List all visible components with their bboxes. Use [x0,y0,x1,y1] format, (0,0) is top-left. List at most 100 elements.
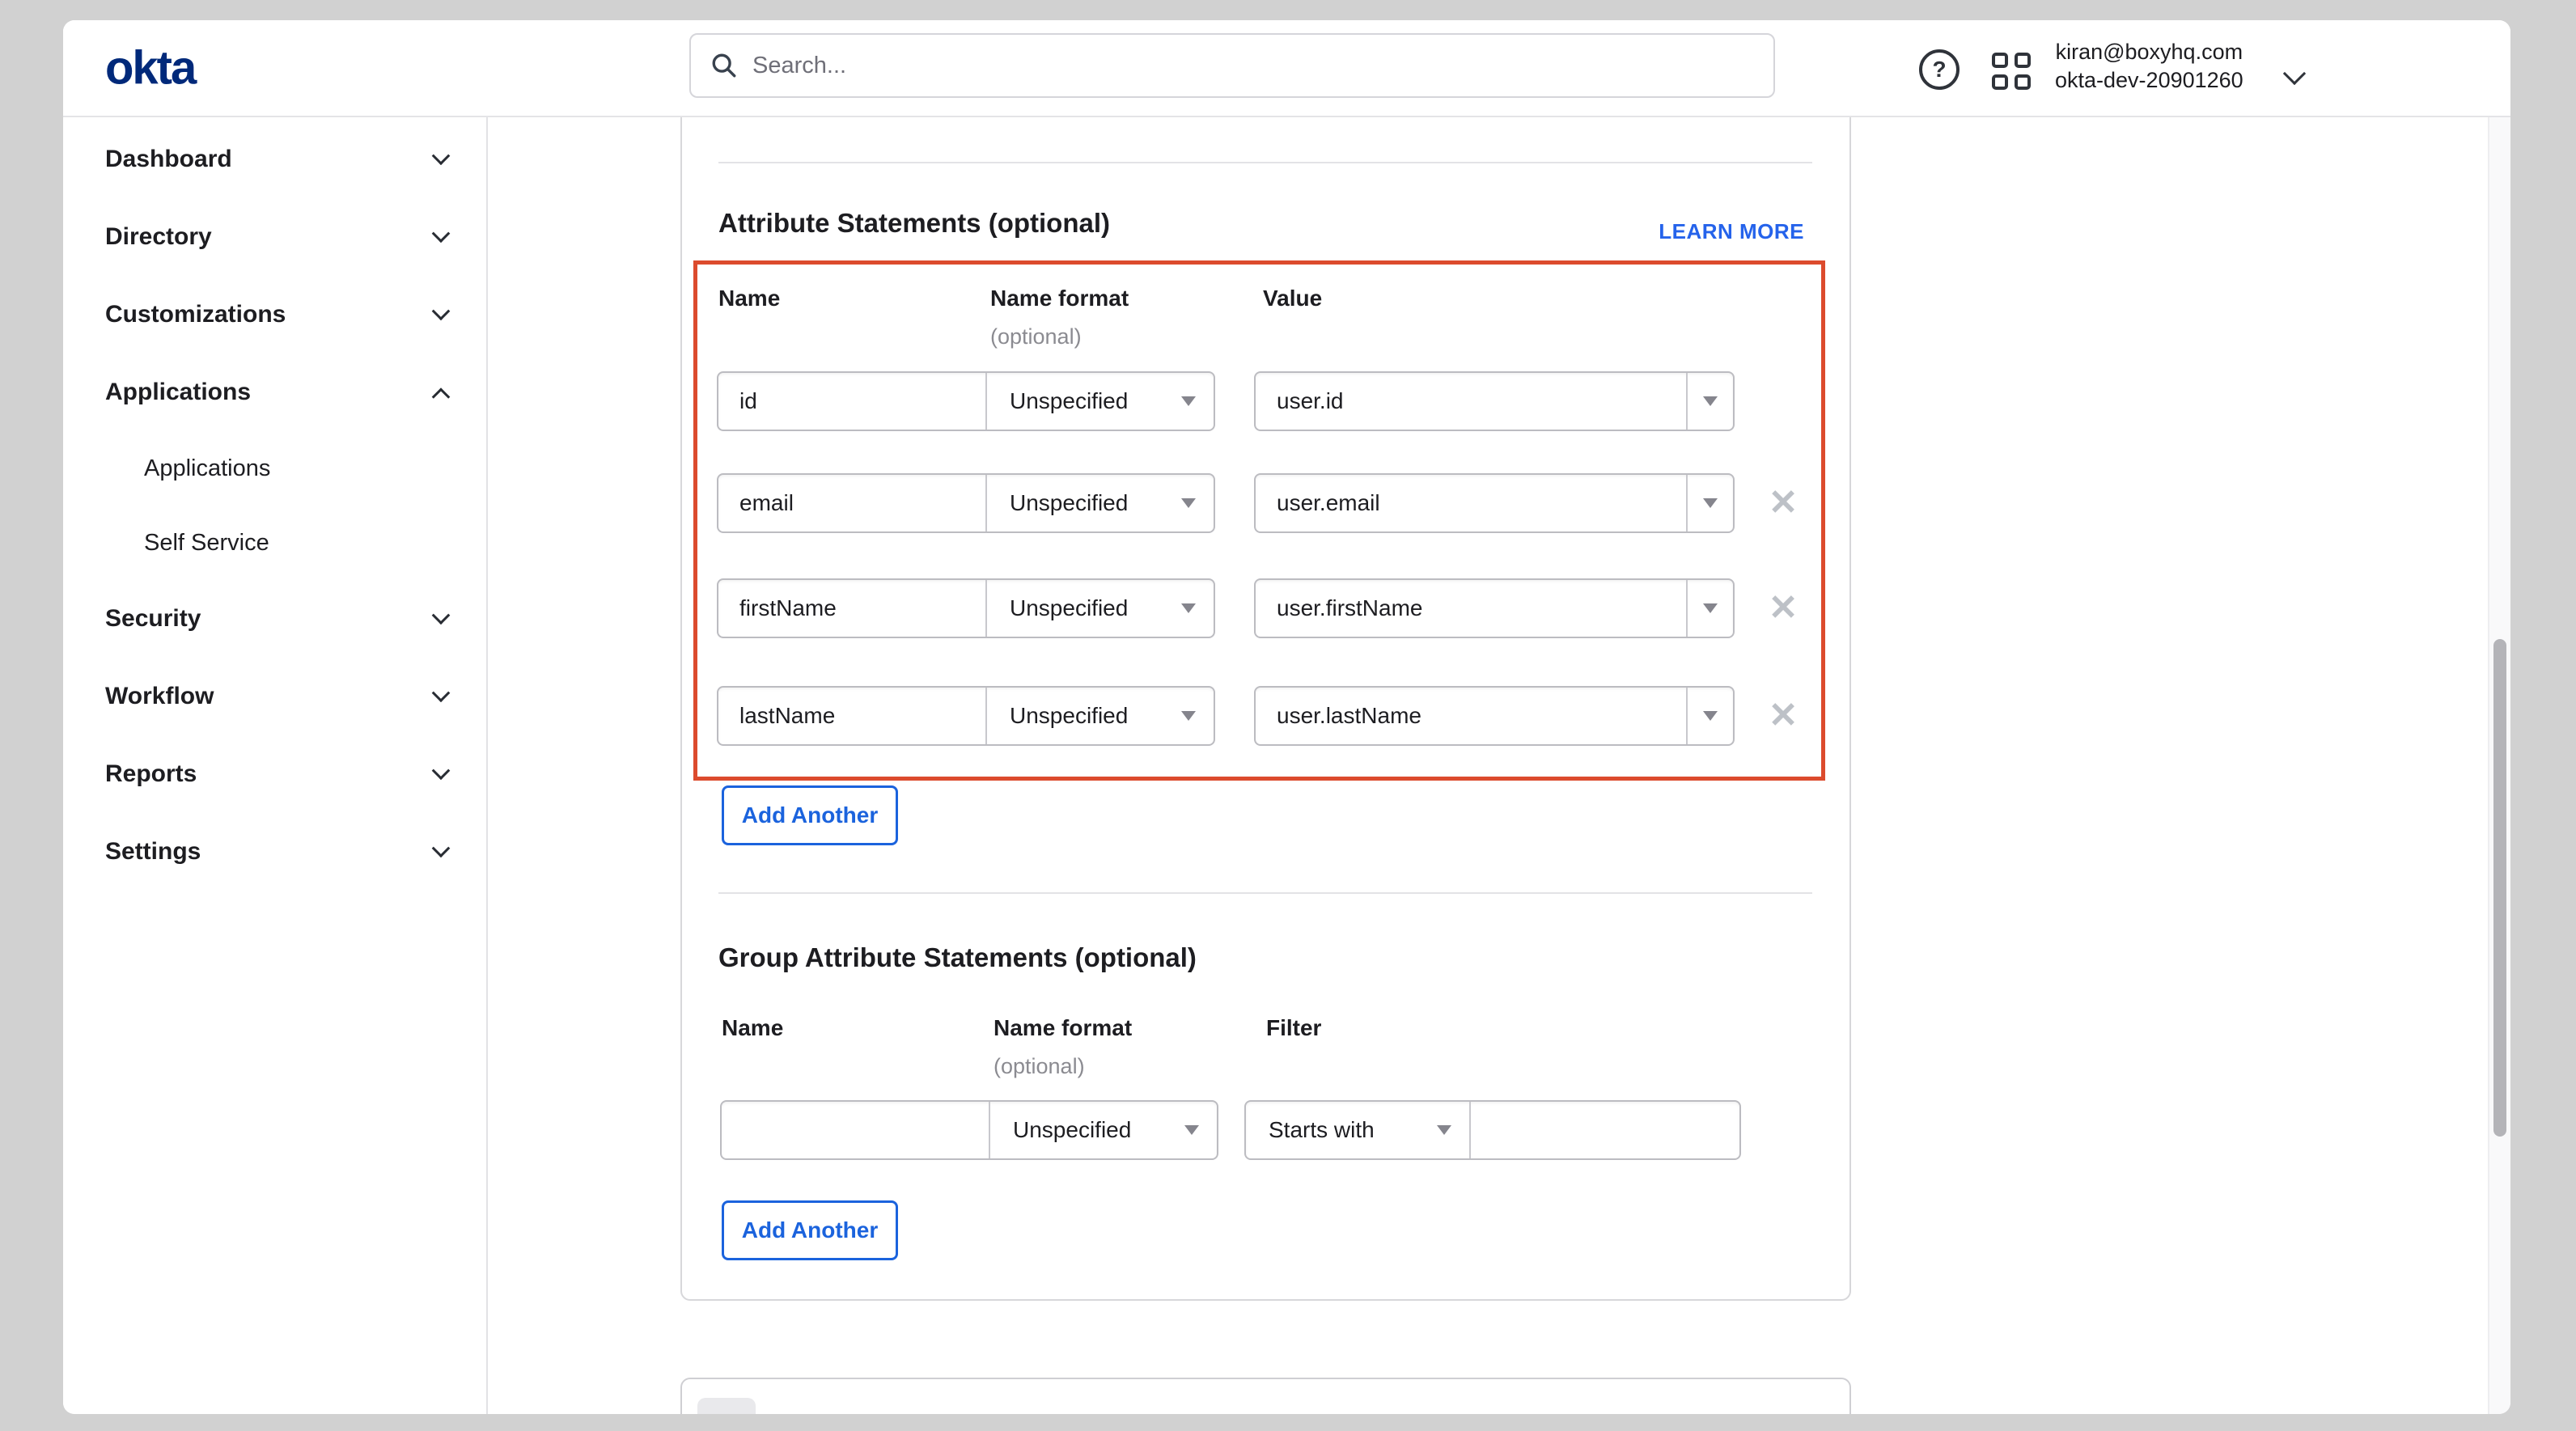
dropdown-value: Unspecified [1010,703,1128,729]
group-name-input[interactable] [722,1102,989,1158]
chevron-down-icon [432,606,451,624]
filter-value-input[interactable] [1471,1102,1739,1158]
attr-name-input[interactable] [718,580,985,637]
remove-glyph: ✕ [1769,485,1799,521]
grid-square [2015,74,2031,90]
sidebar-item-workflow[interactable]: Workflow [63,658,486,735]
attr-name-input[interactable] [718,373,985,430]
add-another-attribute-button[interactable]: Add Another [722,785,898,845]
sidebar-item-applications[interactable]: Applications [63,354,486,431]
sidebar: Dashboard Directory Customizations Appli… [63,117,488,1414]
optional-hint: (optional) [994,1054,1085,1079]
dropdown-value: Starts with [1269,1117,1375,1143]
sidebar-item-label: Security [105,605,201,633]
attr-name-input[interactable] [718,475,985,531]
sidebar-subitem-applications[interactable]: Applications [63,431,486,506]
search-input[interactable] [752,53,1754,79]
attr-name-input[interactable] [718,688,985,744]
chevron-down-icon [432,302,451,320]
next-section-card [680,1378,1851,1414]
attr-value-input[interactable] [1256,475,1686,531]
sidebar-item-label: Settings [105,838,201,866]
value-dropdown-toggle[interactable] [1686,580,1733,637]
attribute-row: Unspecified ✕ [717,686,1821,746]
name-format-dropdown[interactable]: Unspecified [987,475,1214,531]
chevron-down-icon [432,839,451,857]
grid-square [2015,53,2031,68]
attribute-statements-highlight: Name Name format (optional) Value Unspec… [693,260,1825,781]
caret-down-icon [1181,498,1196,508]
okta-logo[interactable]: okta [105,41,195,95]
attribute-row: Unspecified ✕ [717,473,1821,533]
account-email: kiran@boxyhq.com [2056,38,2243,66]
sidebar-item-label: Applications [144,455,270,482]
chevron-down-icon[interactable] [2283,62,2306,85]
caret-down-icon [1703,711,1718,721]
value-dropdown-toggle[interactable] [1686,688,1733,744]
dropdown-value: Unspecified [1010,388,1128,414]
value-dropdown-toggle[interactable] [1686,373,1733,430]
account-menu[interactable]: kiran@boxyhq.com okta-dev-20901260 [2055,38,2243,95]
group-attribute-statements-title: Group Attribute Statements (optional) [718,942,1197,973]
sidebar-item-label: Reports [105,760,197,788]
sidebar-item-settings[interactable]: Settings [63,813,486,891]
help-icon[interactable]: ? [1919,49,1960,90]
chevron-up-icon [432,387,451,406]
caret-down-icon [1437,1125,1451,1135]
caret-down-icon [1703,603,1718,613]
value-dropdown-toggle[interactable] [1686,475,1733,531]
optional-hint: (optional) [990,324,1082,349]
remove-glyph: ✕ [1769,698,1799,734]
sidebar-item-directory[interactable]: Directory [63,198,486,276]
remove-row-icon[interactable]: ✕ [1767,686,1799,746]
remove-row-icon[interactable]: ✕ [1767,578,1799,638]
name-format-dropdown[interactable]: Unspecified [987,373,1214,430]
sidebar-item-label: Customizations [105,301,286,328]
sidebar-item-label: Applications [105,379,251,406]
sidebar-item-security[interactable]: Security [63,580,486,658]
attr-value-input[interactable] [1256,373,1686,430]
learn-more-link[interactable]: LEARN MORE [1659,219,1804,244]
name-format-dropdown[interactable]: Unspecified [987,688,1214,744]
column-header-name-format: Name format [990,286,1129,311]
sidebar-item-label: Workflow [105,683,214,710]
filter-type-dropdown[interactable]: Starts with [1246,1102,1469,1158]
caret-down-icon [1703,396,1718,406]
section-placeholder [697,1398,756,1414]
name-format-dropdown[interactable]: Unspecified [987,580,1214,637]
attribute-statements-title: Attribute Statements (optional) [718,208,1110,239]
chevron-down-icon [432,684,451,702]
sidebar-item-label: Self Service [144,530,269,557]
help-glyph: ? [1932,57,1946,83]
name-format-dropdown[interactable]: Unspecified [990,1102,1217,1158]
divider [718,162,1812,163]
sidebar-item-label: Directory [105,223,212,251]
add-another-group-attribute-button[interactable]: Add Another [722,1200,898,1260]
group-attribute-row: Unspecified Starts with [720,1100,1796,1160]
remove-row-icon[interactable]: ✕ [1767,473,1799,533]
sidebar-item-dashboard[interactable]: Dashboard [63,121,486,198]
chevron-down-icon [432,146,451,165]
column-header-name-format: Name format [994,1015,1132,1041]
sidebar-item-reports[interactable]: Reports [63,735,486,813]
attr-value-input[interactable] [1256,580,1686,637]
dropdown-value: Unspecified [1010,595,1128,621]
sidebar-item-customizations[interactable]: Customizations [63,276,486,354]
sidebar-subitem-self-service[interactable]: Self Service [63,506,486,580]
attribute-row: Unspecified [717,371,1821,431]
scrollbar-thumb[interactable] [2493,639,2506,1137]
divider [718,892,1812,894]
apps-grid-icon[interactable] [1992,53,2034,90]
scrollbar-track [2488,117,2510,1414]
dropdown-value: Unspecified [1010,490,1128,516]
chevron-down-icon [432,761,451,780]
attr-value-input[interactable] [1256,688,1686,744]
column-header-filter: Filter [1266,1015,1321,1041]
dropdown-value: Unspecified [1013,1117,1131,1143]
saml-settings-card: Attribute Statements (optional) LEARN MO… [680,117,1851,1301]
search-icon [710,52,738,79]
search-bar [689,33,1775,98]
caret-down-icon [1181,603,1196,613]
grid-square [1992,74,2008,90]
app-window: okta ? kiran@boxyhq.com okta-dev-2090126… [63,20,2510,1414]
